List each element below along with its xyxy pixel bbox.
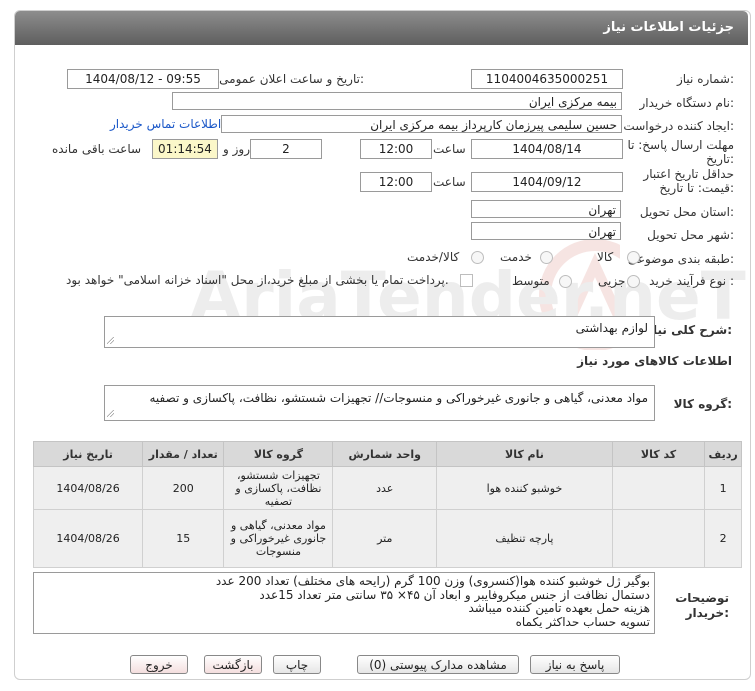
category-option-service: خدمت xyxy=(500,250,532,264)
row-unit: عدد xyxy=(332,466,437,510)
print-button[interactable]: چاپ xyxy=(273,655,321,674)
buyer-org-field: بیمه مرکزی ایران xyxy=(172,92,622,110)
row-group: مواد معدنی، گیاهی و جانوری غیرخوراکی و م… xyxy=(223,509,334,568)
deadline-label-line2: تاریخ: xyxy=(706,152,734,166)
deadline-time-field: 12:00 xyxy=(360,139,432,159)
process-medium-radio[interactable] xyxy=(559,275,572,288)
category-goods-radio[interactable] xyxy=(627,251,640,264)
row-date: 1404/08/26 xyxy=(32,509,144,568)
back-button[interactable]: بازگشت xyxy=(204,655,262,674)
validity-label-line2: قیمت: تا تاریخ: xyxy=(659,181,734,195)
row-date: 1404/08/26 xyxy=(32,466,144,510)
exit-button[interactable]: خروج xyxy=(130,655,188,674)
description-box: لوازم بهداشتی xyxy=(104,316,655,348)
col-header-qty: تعداد / مقدار xyxy=(142,441,225,467)
validity-time-field: 12:00 xyxy=(360,172,432,192)
table-row[interactable]: 2 پارچه تنظیف متر مواد معدنی، گیاهی و جا… xyxy=(32,509,742,568)
row-group: تجهیزات شستشو، نظافت، پاکسازی و تصفیه xyxy=(223,466,334,510)
treasury-payment-checkbox[interactable] xyxy=(460,274,473,287)
announce-date-label: تاریخ و ساعت اعلان عمومی: xyxy=(219,72,364,86)
col-header-code: کد کالا xyxy=(611,441,706,467)
buyer-org-label: نام دستگاه خریدار: xyxy=(639,96,735,110)
payment-note: پرداخت تمام یا بخشی از مبلغ خرید،از محل … xyxy=(66,273,449,287)
col-header-date: تاریخ نیاز xyxy=(32,441,144,467)
process-minor-radio[interactable] xyxy=(627,275,640,288)
category-service-radio[interactable] xyxy=(540,251,553,264)
view-attachments-button[interactable]: مشاهده مدارک پیوستی (0) xyxy=(357,655,519,674)
row-index: 2 xyxy=(704,509,742,568)
days-label: روز و xyxy=(223,142,250,156)
province-label: استان محل تحویل: xyxy=(639,205,734,219)
validity-label-line1: حداقل تاریخ اعتبار xyxy=(643,167,734,181)
buyer-notes-label-line1: توضیحات xyxy=(675,591,729,605)
need-number-field: 1104004635000251 xyxy=(471,69,623,89)
row-code xyxy=(611,509,706,568)
announce-date-field: 1404/08/12 - 09:55 xyxy=(67,69,219,89)
need-number-label: شماره نیاز: xyxy=(676,72,734,86)
category-option-both: کالا/خدمت xyxy=(407,250,460,264)
category-option-goods: کالا xyxy=(597,250,614,264)
col-header-unit: واحد شمارش xyxy=(332,441,437,467)
goods-info-title: اطلاعات کالاهای مورد نیاز xyxy=(577,354,732,368)
panel-header: جزئیات اطلاعات نیاز xyxy=(15,11,748,45)
process-label: نوع فرآیند خرید : xyxy=(649,274,734,288)
resize-handle[interactable] xyxy=(107,410,115,418)
description-label: شرح کلی نیاز: xyxy=(646,323,732,337)
row-qty: 15 xyxy=(142,509,225,568)
table-header-row: ردیف کد کالا نام کالا واحد شمارش گروه کا… xyxy=(32,441,742,467)
province-field: تهران xyxy=(471,200,621,218)
validity-time-label: ساعت xyxy=(433,175,466,189)
buyer-note-line: هزینه حمل بعهده تامین کننده میباشد xyxy=(468,601,650,615)
days-remaining-field: 2 xyxy=(250,139,322,159)
col-header-group: گروه کالا xyxy=(223,441,334,467)
row-index: 1 xyxy=(704,466,742,510)
buyer-note-line: دستمال نظافت از جنس میکروفایبر و ابعاد آ… xyxy=(259,587,650,602)
col-header-index: ردیف xyxy=(704,441,742,467)
deadline-time-label: ساعت xyxy=(433,142,466,156)
col-header-name: نام کالا xyxy=(436,441,613,467)
reply-button[interactable]: پاسخ به نیاز xyxy=(530,655,620,674)
items-table: ردیف کد کالا نام کالا واحد شمارش گروه کا… xyxy=(32,441,742,568)
resize-handle[interactable] xyxy=(107,337,115,345)
deadline-date-field: 1404/08/14 xyxy=(471,139,623,159)
creator-field: حسین سلیمی پیرزمان کارپرداز بیمه مرکزی ا… xyxy=(221,115,622,133)
creator-label: ایجاد کننده درخواست: xyxy=(623,119,734,133)
buyer-note-line: بوگیر ژل خوشبو کننده هوا(کنسروی) وزن 100… xyxy=(215,574,650,588)
city-field: تهران xyxy=(471,222,621,240)
deadline-label-line1: مهلت ارسال پاسخ: تا xyxy=(627,138,734,152)
process-option-medium: متوسط xyxy=(512,274,550,288)
remaining-time-field: 01:14:54 xyxy=(152,139,218,159)
category-both-radio[interactable] xyxy=(471,251,484,264)
validity-date-field: 1404/09/12 xyxy=(471,172,623,192)
buyer-note-line: تسویه حساب حداکثر یکماه xyxy=(515,614,650,629)
goods-group-box: مواد معدنی، گیاهی و جانوری غیرخوراکی و م… xyxy=(104,385,655,421)
goods-group-label: گروه کالا: xyxy=(673,397,732,411)
process-option-minor: جزیی xyxy=(598,274,626,288)
row-qty: 200 xyxy=(142,466,225,510)
category-label: طبقه بندی موضوعی: xyxy=(627,252,734,266)
table-row[interactable]: 1 خوشبو کننده هوا عدد تجهیزات شستشو، نظا… xyxy=(32,466,742,510)
panel-title: جزئیات اطلاعات نیاز xyxy=(603,20,734,35)
buyer-notes-label-line2: خریدار: xyxy=(685,606,729,620)
remaining-time-label: ساعت باقی مانده xyxy=(52,142,142,156)
row-unit: متر xyxy=(332,509,437,568)
description-text: لوازم بهداشتی xyxy=(575,321,648,335)
buyer-notes-box: بوگیر ژل خوشبو کننده هوا(کنسروی) وزن 100… xyxy=(33,572,655,634)
row-name: خوشبو کننده هوا xyxy=(436,466,613,510)
goods-group-text: مواد معدنی، گیاهی و جانوری غیرخوراکی و م… xyxy=(149,391,648,405)
city-label: شهر محل تحویل: xyxy=(647,228,734,242)
row-code xyxy=(611,466,706,510)
row-name: پارچه تنظیف xyxy=(436,509,613,568)
buyer-contact-link[interactable]: اطلاعات تماس خریدار xyxy=(110,117,221,131)
